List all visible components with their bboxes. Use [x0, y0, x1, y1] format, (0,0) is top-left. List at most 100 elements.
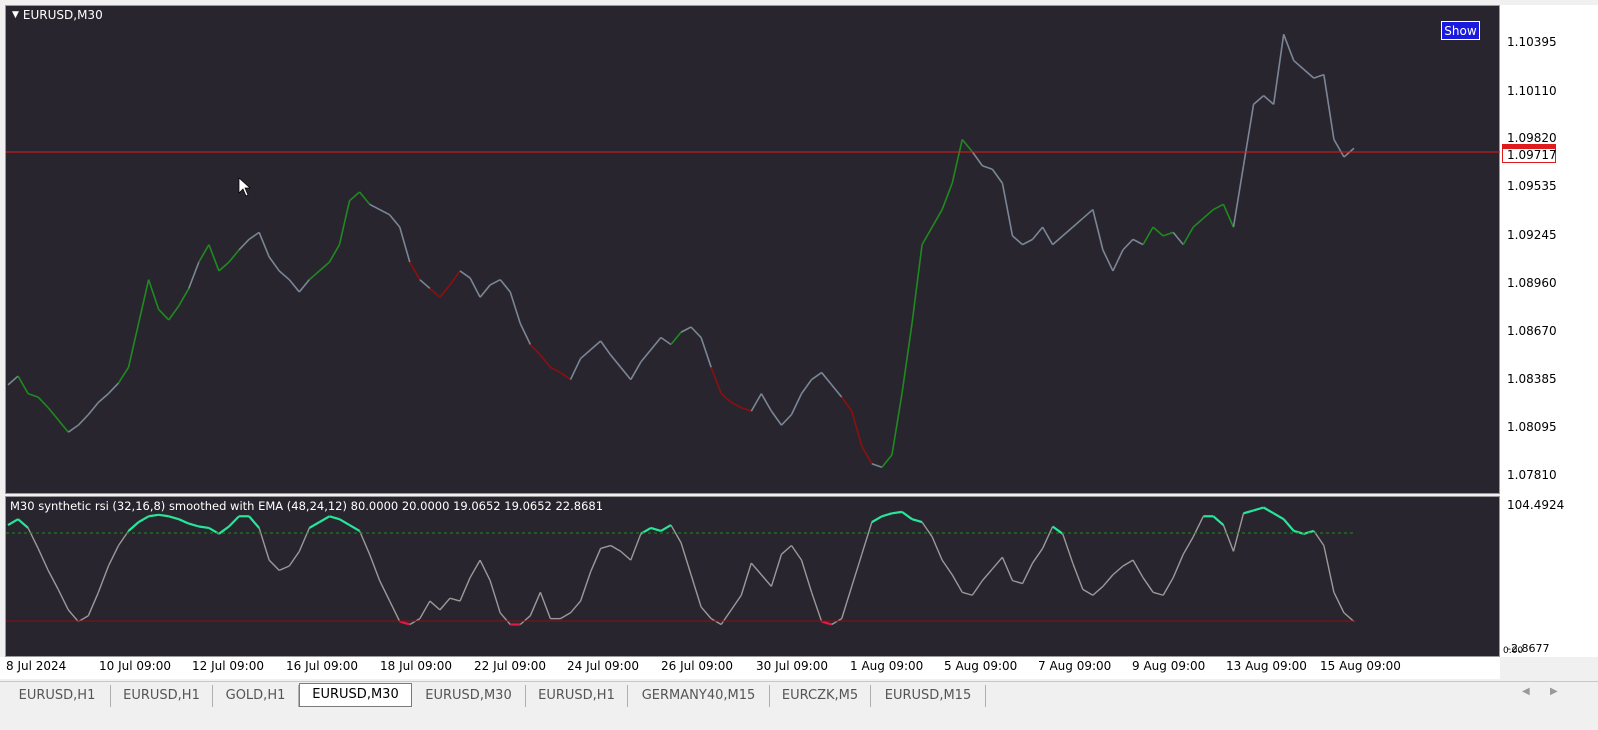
price-segment — [398, 226, 411, 263]
price-segment — [1282, 34, 1295, 61]
time-label: 16 Jul 09:00 — [286, 659, 358, 673]
price-segment — [358, 191, 371, 205]
price-segment — [238, 238, 250, 251]
rsi-segment — [519, 615, 531, 626]
price-segment — [610, 354, 622, 368]
rsi-segment — [469, 559, 481, 579]
rsi-segment — [67, 609, 79, 623]
price-segment — [158, 308, 170, 321]
rsi-segment — [821, 620, 832, 626]
rsi-segment — [1132, 559, 1144, 579]
rsi-segment — [17, 518, 29, 529]
price-segment — [127, 323, 140, 368]
time-label: 15 Aug 09:00 — [1320, 659, 1401, 673]
price-segment — [37, 396, 49, 409]
rsi-segment — [278, 565, 290, 572]
price-segment — [660, 336, 672, 346]
rsi-segment — [790, 545, 803, 561]
price-segment — [7, 375, 19, 386]
price-segment — [449, 270, 461, 286]
rsi-segment — [127, 521, 140, 532]
price-segment — [228, 249, 240, 263]
price-segment — [1192, 217, 1204, 228]
time-label: 12 Jul 09:00 — [192, 659, 264, 673]
rsi-segment — [1001, 556, 1014, 581]
time-label: 9 Aug 09:00 — [1132, 659, 1206, 673]
price-segment — [1022, 238, 1033, 246]
time-label: 22 Jul 09:00 — [474, 659, 546, 673]
rsi-segment — [228, 515, 240, 528]
price-segment — [991, 168, 1004, 184]
tab-gold-h1[interactable]: GOLD,H1 — [213, 685, 299, 707]
time-label: 1 Aug 09:00 — [850, 659, 924, 673]
rsi-segment — [479, 559, 491, 581]
price-segment — [1082, 208, 1094, 219]
price-segment — [569, 358, 582, 380]
chart-canvas — [6, 34, 1500, 626]
price-segment — [248, 231, 260, 241]
price-segment — [580, 349, 592, 360]
rsi-segment — [650, 526, 662, 532]
rsi-segment — [268, 559, 280, 571]
rsi-segment — [87, 592, 100, 616]
price-segment — [871, 462, 883, 468]
tab-germany40-m15[interactable]: GERMANY40,M15 — [628, 685, 770, 707]
tab-eurusd-h1[interactable]: EURUSD,H1 — [111, 685, 213, 707]
price-segment — [770, 410, 783, 426]
rsi-segment — [620, 550, 632, 561]
rsi-segment — [379, 580, 391, 602]
price-segment — [389, 214, 401, 228]
price-segment — [369, 203, 381, 211]
rsi-segment — [158, 513, 169, 518]
price-segment — [550, 366, 561, 374]
triangle-right-icon[interactable]: ▶ — [1550, 686, 1558, 697]
rsi-segment — [610, 544, 622, 552]
price-segment — [790, 393, 803, 415]
price-segment — [519, 323, 532, 345]
price-segment — [730, 401, 742, 409]
rsi-segment — [1122, 559, 1134, 567]
tab-eurusd-h1[interactable]: EURUSD,H1 — [4, 685, 111, 707]
rsi-segment — [1082, 588, 1094, 596]
show-button[interactable]: Show — [1441, 21, 1480, 40]
price-segment — [147, 279, 160, 310]
price-segment — [479, 284, 491, 298]
rsi-segment — [941, 559, 953, 576]
price-segment — [218, 261, 230, 272]
rsi-segment — [1232, 513, 1245, 552]
tab-eurczk-m5[interactable]: EURCZK,M5 — [770, 685, 871, 707]
rsi-segment — [1041, 526, 1054, 549]
price-segment — [57, 419, 69, 433]
rsi-segment — [589, 548, 602, 573]
rsi-segment — [318, 515, 330, 524]
rsi-segment — [560, 612, 571, 620]
price-segment — [1213, 203, 1224, 211]
price-segment — [1052, 235, 1064, 246]
price-segment — [971, 151, 983, 167]
tab-eurusd-h1[interactable]: EURUSD,H1 — [526, 685, 628, 707]
price-segment — [278, 270, 290, 281]
time-label: 30 Jul 09:00 — [756, 659, 828, 673]
tab-eurusd-m30[interactable]: EURUSD,M30 — [412, 685, 526, 707]
price-segment — [680, 326, 692, 333]
price-segment — [137, 279, 150, 324]
price-segment — [97, 392, 109, 403]
price-segment — [188, 261, 200, 289]
rsi-segment — [841, 586, 853, 619]
tab-eurusd-m15[interactable]: EURUSD,M15 — [871, 685, 986, 707]
rsi-segment — [1152, 591, 1164, 596]
indicator-scale-zero: 0.00 — [1503, 646, 1524, 656]
price-label: 1.07810 — [1507, 468, 1557, 482]
triangle-down-icon[interactable]: ▼ — [12, 10, 19, 20]
price-segment — [499, 279, 511, 293]
tab-eurusd-m30-active[interactable]: EURUSD,M30 — [299, 683, 412, 707]
price-segment — [800, 379, 813, 395]
rsi-segment — [97, 565, 110, 593]
rsi-segment — [1182, 536, 1194, 555]
price-segment — [47, 407, 59, 421]
price-segment — [982, 164, 993, 171]
price-segment — [650, 337, 662, 351]
rsi-segment — [338, 518, 351, 526]
triangle-left-icon[interactable]: ◀ — [1522, 686, 1530, 697]
rsi-segment — [600, 544, 611, 550]
